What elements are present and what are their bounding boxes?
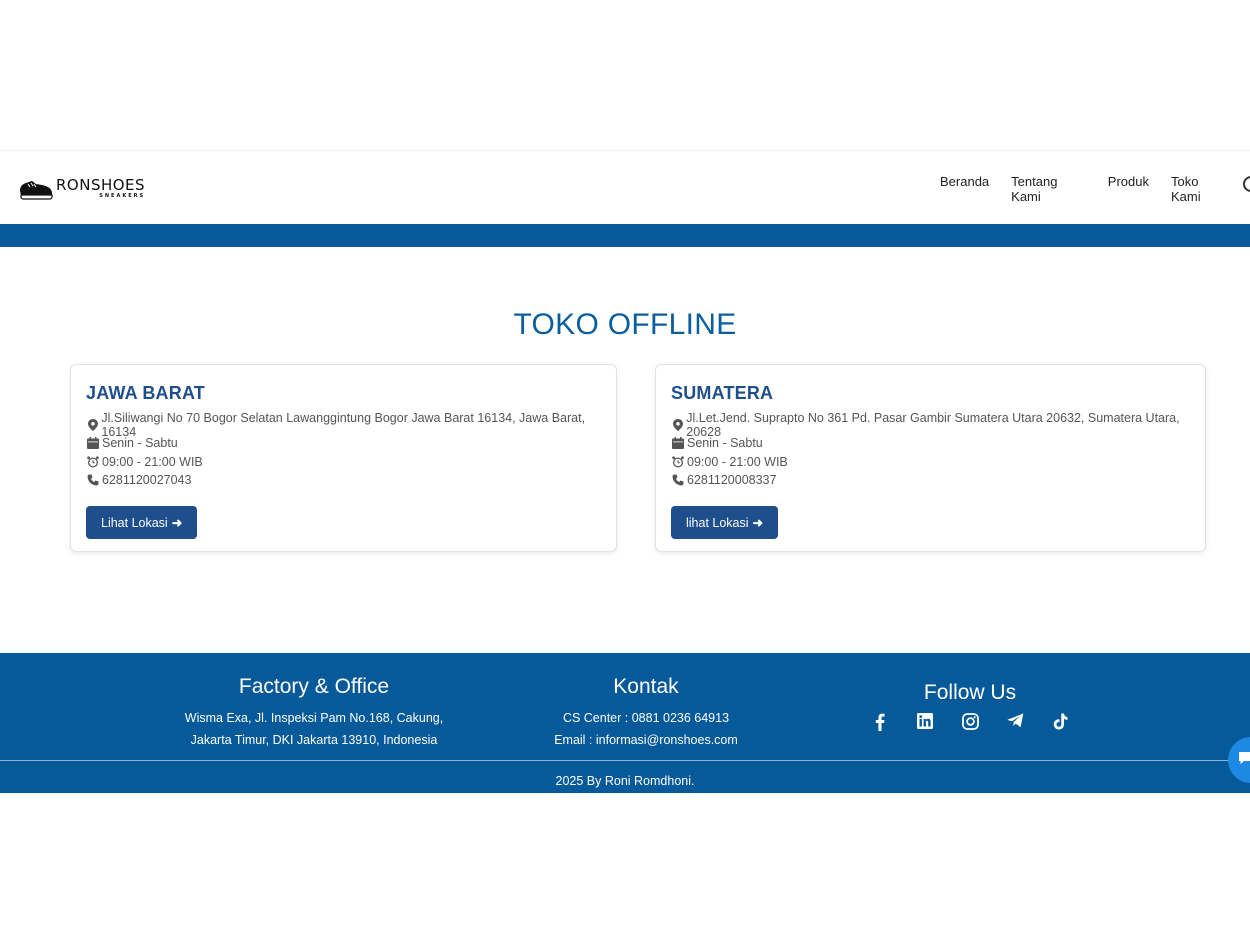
page-title: TOKO OFFLINE [513,308,737,341]
store-hours-row: 09:00 - 21:00 WIB [86,453,601,471]
store-hours-row: 09:00 - 21:00 WIB [671,453,1190,471]
footer-contact: Kontak CS Center : 0881 0236 64913 Email… [520,675,772,751]
store-phone-row: 6281120008337 [671,471,1190,489]
store-days: Senin - Sabtu [687,436,763,451]
phone-icon [671,474,685,486]
instagram-icon[interactable] [948,713,993,731]
brand-logo[interactable]: RONSHOES SNEAKERS [18,173,145,203]
store-days: Senin - Sabtu [102,436,178,451]
nav-link-beranda[interactable]: Beranda [940,174,989,204]
chat-icon [1238,751,1250,770]
facebook-icon[interactable] [858,713,903,731]
map-marker-icon [86,419,99,432]
footer-follow: Follow Us [840,681,1100,731]
footer-office-title: Factory & Office [238,675,390,698]
footer-contact-title: Kontak [613,675,679,698]
arrow-right-icon: ➜ [171,516,183,531]
map-marker-icon [671,419,684,432]
footer-office-address-line2: Jakarta Timur, DKI Jakarta 13910, Indone… [190,733,438,747]
telegram-icon[interactable] [993,713,1038,731]
footer-divider [0,760,1250,761]
store-region: SUMATERA [671,383,774,403]
store-region: JAWA BARAT [86,383,205,403]
arrow-right-icon: ➜ [752,516,764,531]
store-address-row: Jl.Let.Jend. Suprapto No 361 Pd. Pasar G… [671,411,1190,439]
navbar: RONSHOES SNEAKERS Beranda Tentang Kami P… [0,150,1250,224]
sneaker-icon [20,181,53,200]
view-location-label: Lihat Lokasi [101,515,168,530]
view-location-button[interactable]: Lihat Lokasi ➜ [86,506,198,540]
footer-email: Email : informasi@ronshoes.com [554,733,738,747]
store-address: Jl.Let.Jend. Suprapto No 361 Pd. Pasar G… [686,411,1180,440]
calendar-icon [671,437,685,450]
phone-icon [86,474,100,486]
store-phone: 6281120027043 [102,473,192,488]
store-hours: 09:00 - 21:00 WIB [687,454,788,469]
calendar-icon [86,437,100,450]
store-card-jawa-barat: JAWA BARAT Jl.Siliwangi No 70 Bogor Sela… [70,364,617,552]
logo-subtext: SNEAKERS [99,192,146,199]
tiktok-icon[interactable] [1038,713,1083,731]
view-location-label: lihat Lokasi [686,515,749,530]
footer-office-address-line1: Wisma Exa, Jl. Inspeksi Pam No.168, Caku… [184,711,444,725]
nav-link-produk[interactable]: Produk [1108,174,1149,204]
nav-menu: Beranda Tentang Kami Produk Toko Kami [940,174,1250,204]
footer-follow-title: Follow Us [923,681,1017,704]
copyright: 2025 By Roni Romdhoni. [555,774,695,788]
alarm-clock-icon [86,456,100,468]
alarm-clock-icon [671,456,685,468]
store-phone: 6281120008337 [687,473,777,488]
store-card-sumatera: SUMATERA Jl.Let.Jend. Suprapto No 361 Pd… [655,364,1206,552]
store-address-row: Jl.Siliwangi No 70 Bogor Selatan Lawangg… [86,411,601,439]
logo-text: RONSHOES [56,175,146,194]
store-hours: 09:00 - 21:00 WIB [102,454,203,469]
nav-link-tentang-kami[interactable]: Tentang Kami [1011,174,1086,204]
social-links [840,713,1100,731]
store-phone-row: 6281120027043 [86,471,601,489]
view-location-button[interactable]: lihat Lokasi ➜ [671,506,779,540]
footer: Factory & Office Wisma Exa, Jl. Inspeksi… [0,653,1250,793]
footer-office: Factory & Office Wisma Exa, Jl. Inspeksi… [170,675,458,751]
store-address: Jl.Siliwangi No 70 Bogor Selatan Lawangg… [101,411,586,440]
nav-link-toko-kami[interactable]: Toko Kami [1171,174,1228,204]
accent-bar [0,224,1250,247]
linkedin-icon[interactable] [903,713,948,731]
footer-cs-center: CS Center : 0881 0236 64913 [562,711,730,725]
